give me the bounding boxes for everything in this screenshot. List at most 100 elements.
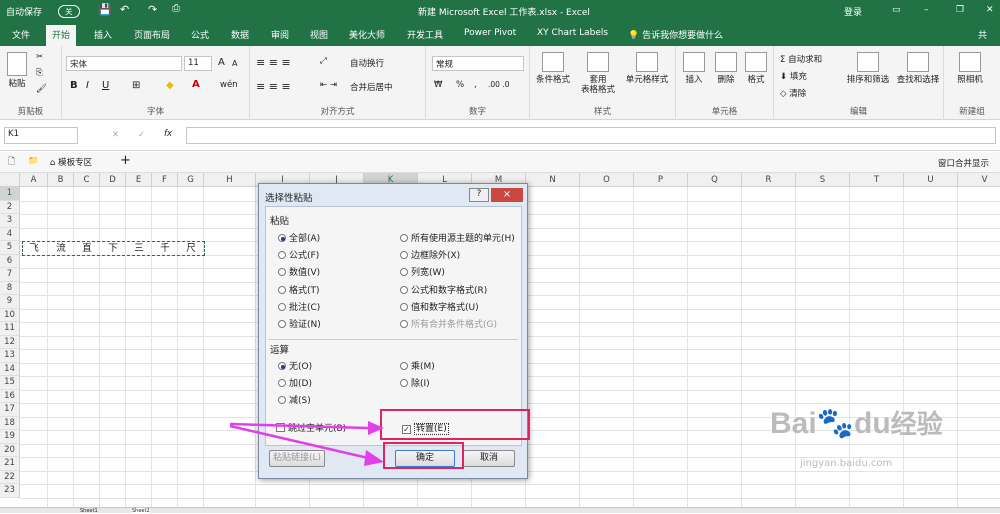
column-header-d[interactable]: D (100, 173, 126, 187)
underline-button[interactable]: U (102, 80, 109, 91)
font-size-combo[interactable]: 11 (184, 56, 212, 71)
insert-function-icon[interactable]: fx (164, 129, 172, 139)
italic-button[interactable]: I (86, 80, 89, 91)
phonetic-button[interactable]: wén (220, 80, 238, 90)
align-top-icon[interactable]: ≡ ≡ ≡ (256, 56, 291, 69)
column-header-o[interactable]: O (580, 173, 634, 187)
format-as-table-button[interactable]: 套用 表格格式 (576, 52, 620, 95)
radio-button[interactable] (278, 379, 286, 388)
radio-button[interactable] (400, 302, 408, 311)
op-right-option-1[interactable]: 除(I) (400, 376, 430, 389)
row-header-18[interactable]: 18 (0, 416, 20, 430)
column-header-q[interactable]: Q (688, 173, 742, 187)
percent-button[interactable]: % (456, 80, 464, 90)
merge-center-button[interactable]: 合并后居中 (350, 81, 393, 93)
row-header-16[interactable]: 16 (0, 389, 20, 403)
undo-icon[interactable]: ↶ (120, 3, 129, 16)
paste-button[interactable]: 粘贴 (4, 52, 30, 89)
conditional-format-button[interactable]: 条件格式 (534, 52, 572, 85)
help-button[interactable]: ? (469, 188, 489, 202)
indent-icon[interactable]: ⇤ ⇥ (320, 80, 337, 90)
insert-cells-button[interactable]: 插入 (680, 52, 708, 85)
row-header-10[interactable]: 10 (0, 308, 20, 322)
decimal-icon[interactable]: .00 .0 (488, 80, 509, 89)
save-icon[interactable]: 💾 (98, 3, 112, 16)
paste-left-option-3[interactable]: 格式(T) (278, 283, 320, 296)
column-header-a[interactable]: A (20, 173, 48, 187)
row-header-2[interactable]: 2 (0, 200, 20, 214)
cell-f5[interactable]: 千 (152, 242, 178, 255)
cancel-button[interactable]: 取消 (463, 450, 515, 467)
row-header-14[interactable]: 14 (0, 362, 20, 376)
cell-b5[interactable]: 流 (48, 242, 74, 255)
radio-button[interactable] (400, 251, 408, 260)
currency-icon[interactable]: ₩ (434, 80, 442, 90)
bold-button[interactable]: B (70, 80, 78, 91)
tab-beautify[interactable]: 美化大师 (349, 28, 385, 41)
column-header-s[interactable]: S (796, 173, 850, 187)
column-header-e[interactable]: E (126, 173, 152, 187)
wrap-text-button[interactable]: 自动换行 (350, 57, 384, 69)
tab-home[interactable]: 开始 (46, 25, 77, 46)
cell-g5[interactable]: 尺 (178, 242, 204, 255)
tab-developer[interactable]: 开发工具 (407, 28, 443, 41)
cancel-entry-icon[interactable]: ✕ (112, 130, 119, 140)
paste-right-option-3[interactable]: 公式和数字格式(R) (400, 283, 487, 296)
folder-icon[interactable]: 📁 (28, 156, 39, 166)
cell-styles-button[interactable]: 单元格样式 (622, 52, 672, 85)
radio-button[interactable] (278, 268, 286, 277)
login-link[interactable]: 登录 (844, 5, 862, 18)
restore-icon[interactable]: ❐ (956, 5, 964, 15)
op-left-option-2[interactable]: 减(S) (278, 393, 311, 406)
column-header-c[interactable]: C (74, 173, 100, 187)
row-header-17[interactable]: 17 (0, 403, 20, 417)
tab-file[interactable]: 文件 (12, 28, 30, 41)
column-header-n[interactable]: N (526, 173, 580, 187)
row-header-5[interactable]: 5 (0, 241, 20, 255)
template-tab[interactable]: ⌂ 模板专区 (50, 156, 92, 168)
column-header-b[interactable]: B (48, 173, 74, 187)
tab-insert[interactable]: 插入 (94, 28, 112, 41)
tab-power-pivot[interactable]: Power Pivot (464, 28, 516, 38)
paste-left-option-4[interactable]: 批注(C) (278, 300, 320, 313)
op-right-option-0[interactable]: 乘(M) (400, 359, 435, 372)
radio-button[interactable] (400, 362, 408, 370)
cell-c5[interactable]: 直 (74, 242, 100, 255)
comma-button[interactable]: , (474, 80, 477, 90)
radio-button[interactable] (400, 268, 408, 277)
radio-button[interactable] (278, 362, 286, 370)
new-tab-button[interactable]: + (120, 153, 131, 168)
confirm-entry-icon[interactable]: ✓ (138, 130, 145, 140)
column-header-h[interactable]: H (204, 173, 256, 187)
row-header-23[interactable]: 23 (0, 484, 20, 498)
column-header-u[interactable]: U (904, 173, 958, 187)
column-header-f[interactable]: F (152, 173, 178, 187)
ribbon-options-icon[interactable]: ▭ (892, 5, 901, 15)
name-box[interactable]: K1 (4, 127, 78, 144)
print-preview-icon[interactable]: ⎙ (172, 3, 180, 14)
radio-button[interactable] (278, 302, 286, 311)
tab-data[interactable]: 数据 (231, 28, 249, 41)
autosave-toggle[interactable]: 关 (58, 5, 80, 18)
autosum-button[interactable]: Σ 自动求和 (780, 53, 822, 65)
row-header-7[interactable]: 7 (0, 268, 20, 282)
paste-right-option-1[interactable]: 边框除外(X) (400, 248, 460, 261)
minimize-icon[interactable]: – (924, 5, 929, 15)
border-icon[interactable]: ⊞ (132, 80, 140, 91)
column-header-v[interactable]: V (958, 173, 1000, 187)
paste-left-option-2[interactable]: 数值(V) (278, 265, 320, 278)
tell-me-search[interactable]: 💡 告诉我你想要做什么 (628, 28, 723, 41)
delete-cells-button[interactable]: 删除 (712, 52, 740, 85)
radio-button[interactable] (400, 285, 408, 294)
row-header-6[interactable]: 6 (0, 254, 20, 268)
sheet-tab-1[interactable]: Sheet1 (80, 508, 98, 514)
radio-button[interactable] (400, 234, 408, 242)
radio-button[interactable] (278, 234, 286, 242)
row-header-9[interactable]: 9 (0, 295, 20, 309)
font-color-icon[interactable]: A (192, 79, 200, 90)
paste-right-option-0[interactable]: 所有使用源主题的单元(H) (400, 231, 515, 244)
font-name-combo[interactable]: 宋体 (66, 56, 182, 71)
number-format-combo[interactable]: 常规 (432, 56, 524, 71)
radio-button[interactable] (278, 396, 286, 405)
merge-window-button[interactable]: 窗口合并显示 (938, 157, 989, 169)
